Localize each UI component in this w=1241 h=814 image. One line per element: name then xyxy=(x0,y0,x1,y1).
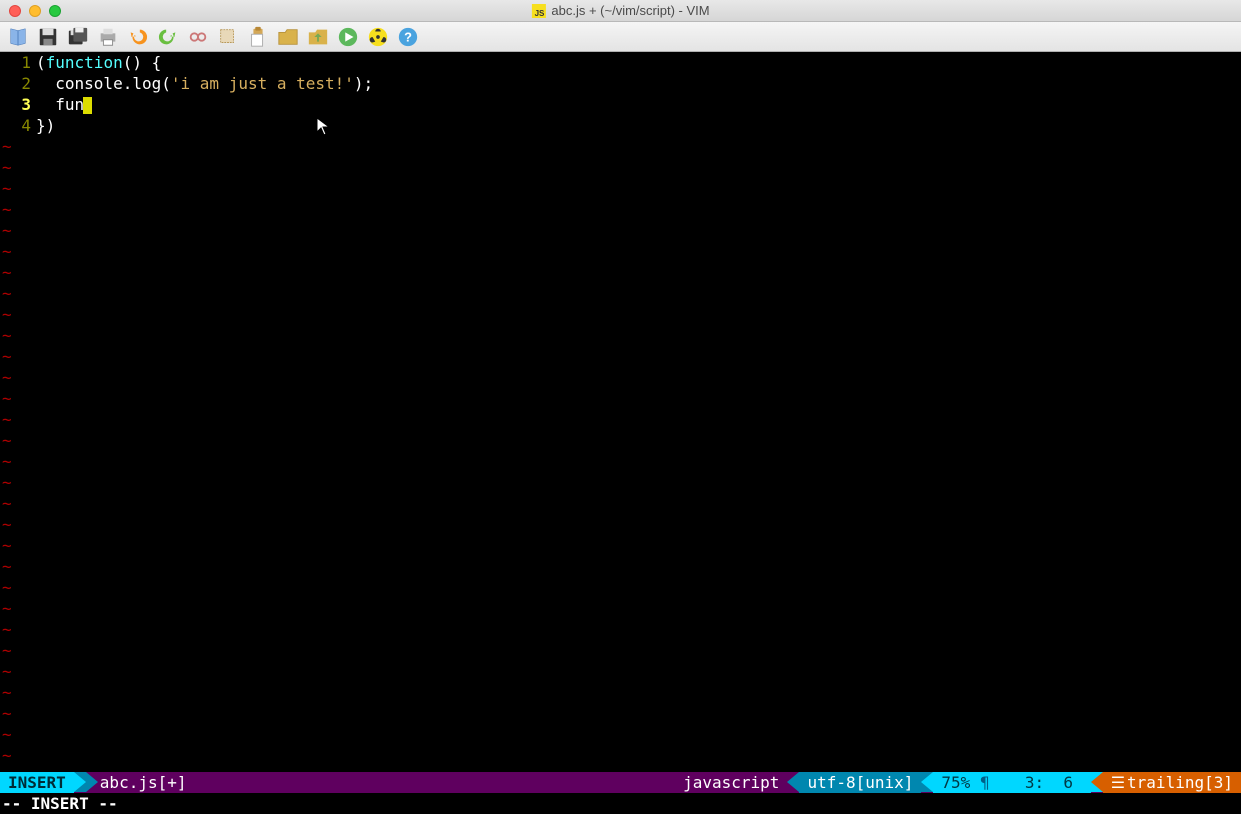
separator-icon xyxy=(787,772,799,792)
position-segment: 3: 6 xyxy=(998,772,1091,793)
trailing-label: trailing[3] xyxy=(1127,772,1233,793)
code-token: fun xyxy=(36,95,84,114)
encoding-segment: utf-8[unix] xyxy=(799,772,921,793)
line-number: 4 xyxy=(0,115,31,136)
text-cursor xyxy=(83,97,92,114)
window-titlebar: JS abc.js + (~/vim/script) - VIM xyxy=(0,0,1241,22)
undo-button[interactable] xyxy=(126,25,150,49)
window-title-text: abc.js + (~/vim/script) - VIM xyxy=(551,3,709,18)
make-button[interactable] xyxy=(366,25,390,49)
traffic-lights xyxy=(0,5,61,17)
close-window-button[interactable] xyxy=(9,5,21,17)
code-editor[interactable]: 1234 (function() { console.log('i am jus… xyxy=(0,52,1241,772)
js-file-icon: JS xyxy=(531,4,545,18)
code-area[interactable]: (function() { console.log('i am just a t… xyxy=(36,52,1241,772)
line-number: 3 xyxy=(0,94,31,115)
help-button[interactable]: ? xyxy=(396,25,420,49)
code-token: function xyxy=(46,53,123,72)
svg-text:?: ? xyxy=(404,29,412,44)
run-button[interactable] xyxy=(336,25,360,49)
code-token: }) xyxy=(36,116,55,135)
line-number: 3 xyxy=(1025,772,1035,793)
percent-label: 75% xyxy=(941,772,970,793)
filename-segment: abc.js[+] xyxy=(98,772,195,793)
mode-label: INSERT xyxy=(8,772,66,793)
mode-message: -- INSERT -- xyxy=(2,794,118,813)
copy-button[interactable] xyxy=(246,25,270,49)
col-number: 6 xyxy=(1063,772,1073,793)
statusline: INSERT abc.js[+] javascript utf-8[unix] … xyxy=(0,772,1241,793)
code-token: ( xyxy=(161,74,171,93)
code-line[interactable]: console.log('i am just a test!'); xyxy=(36,73,1241,94)
window-title: JS abc.js + (~/vim/script) - VIM xyxy=(531,3,709,18)
separator-icon xyxy=(74,772,86,792)
code-token: console xyxy=(36,74,123,93)
line-number: 2 xyxy=(0,73,31,94)
save-button[interactable] xyxy=(36,25,60,49)
code-line[interactable]: fun xyxy=(36,94,1241,115)
maximize-window-button[interactable] xyxy=(49,5,61,17)
redo-button[interactable] xyxy=(156,25,180,49)
pilcrow-icon: ¶ xyxy=(980,772,990,793)
code-line[interactable]: (function() { xyxy=(36,52,1241,73)
separator-icon xyxy=(1091,772,1103,792)
folder-up-button[interactable] xyxy=(306,25,330,49)
code-token: () { xyxy=(123,53,162,72)
mode-segment: INSERT xyxy=(0,772,74,793)
separator-icon xyxy=(86,772,98,792)
filetype-segment: javascript xyxy=(675,772,787,793)
code-token: . xyxy=(123,74,133,93)
print-button[interactable] xyxy=(96,25,120,49)
filename-label: abc.js[+] xyxy=(100,772,187,793)
minimize-window-button[interactable] xyxy=(29,5,41,17)
paste-folder-button[interactable] xyxy=(276,25,300,49)
trigram-icon: ☰ xyxy=(1111,772,1127,793)
save-all-button[interactable] xyxy=(66,25,90,49)
separator-icon xyxy=(921,772,933,792)
statusline-fill xyxy=(195,772,676,793)
command-line: -- INSERT -- xyxy=(0,793,1241,814)
percent-segment: 75% ¶ xyxy=(933,772,997,793)
code-token: 'i am just a test!' xyxy=(171,74,354,93)
open-file-button[interactable] xyxy=(6,25,30,49)
code-token: ( xyxy=(36,53,46,72)
code-token: ); xyxy=(354,74,373,93)
code-line[interactable]: }) xyxy=(36,115,1241,136)
toolbar: ? xyxy=(0,22,1241,52)
encoding-label: utf-8[unix] xyxy=(807,772,913,793)
filetype-label: javascript xyxy=(683,772,779,793)
line-number-gutter: 1234 xyxy=(0,52,36,772)
line-number: 1 xyxy=(0,52,31,73)
cut-button[interactable] xyxy=(216,25,240,49)
find-button[interactable] xyxy=(186,25,210,49)
trailing-warning-segment: ☰ trailing[3] xyxy=(1103,772,1241,793)
code-token: log xyxy=(132,74,161,93)
